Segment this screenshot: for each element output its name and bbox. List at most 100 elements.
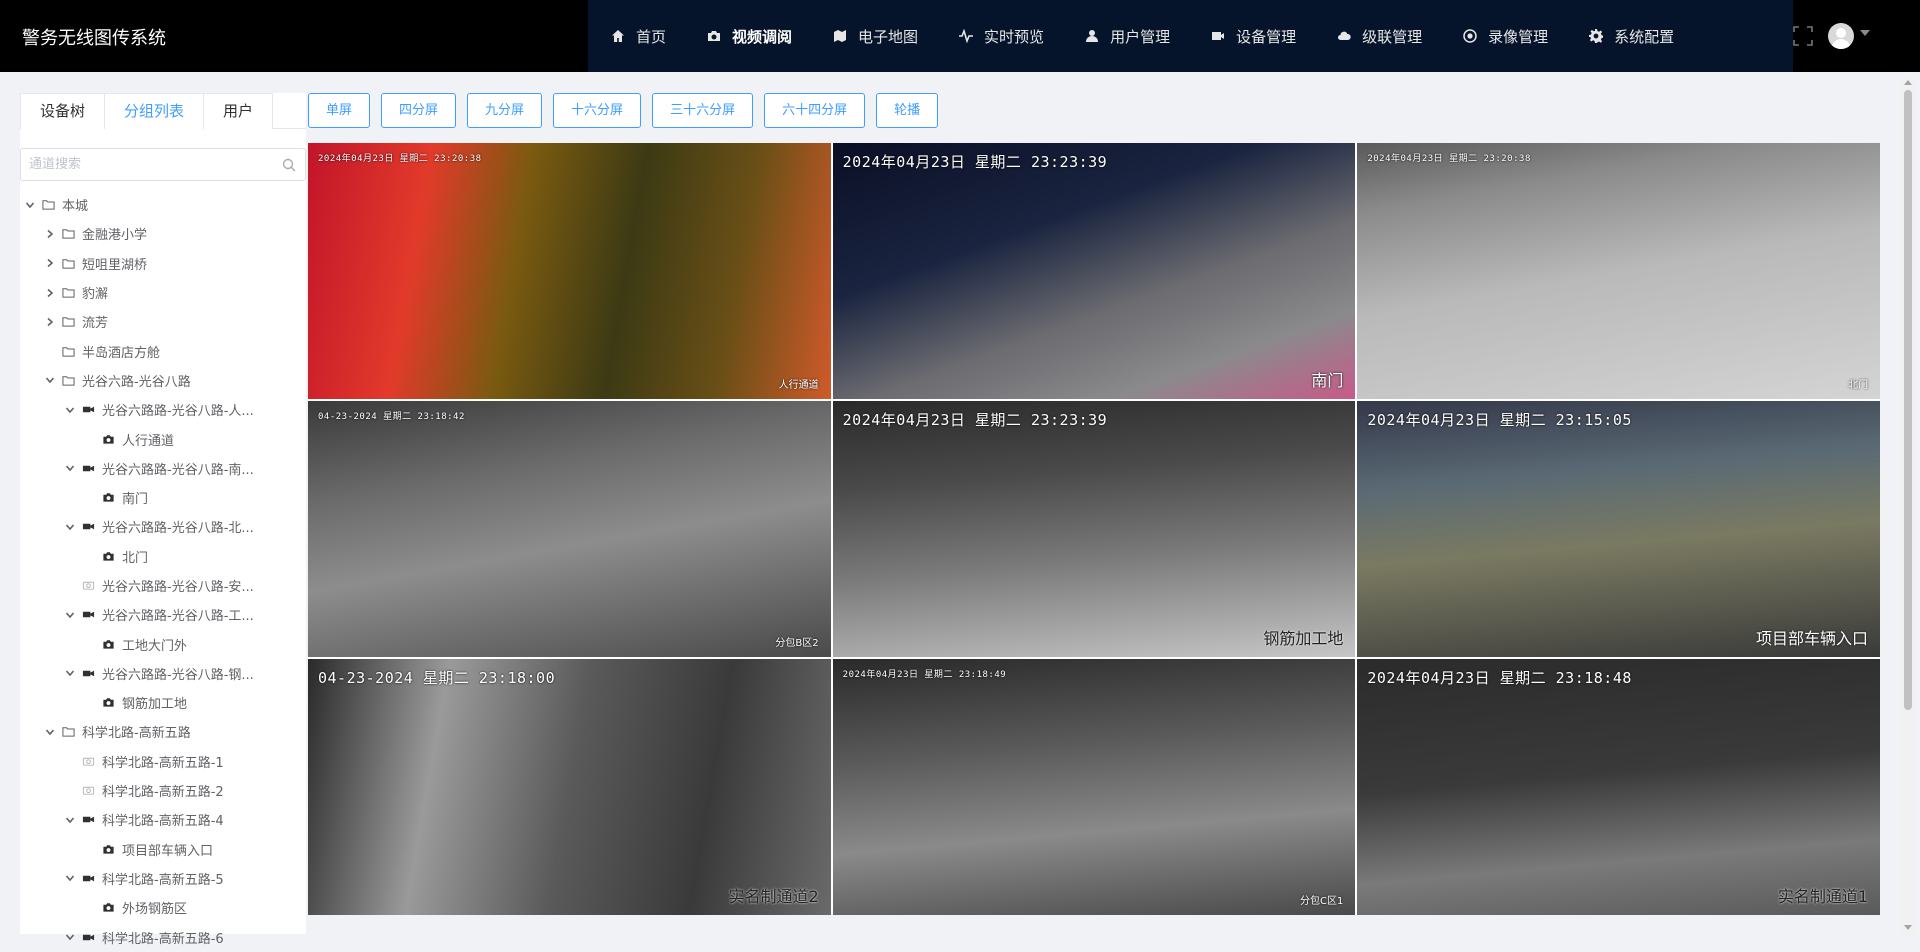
pulse-icon — [958, 28, 974, 44]
nav-item-1[interactable]: 视频调阅 — [684, 0, 810, 72]
chevron-down-icon[interactable] — [64, 872, 76, 884]
scroll-up-icon[interactable] — [1904, 80, 1912, 85]
chevron-down-icon[interactable] — [44, 726, 56, 738]
nav-item-4[interactable]: 用户管理 — [1062, 0, 1188, 72]
chevron-right-icon[interactable] — [44, 287, 56, 299]
home-icon — [610, 28, 626, 44]
nav-item-label: 电子地图 — [858, 27, 919, 46]
tree-node[interactable]: 项目部车辆入口 — [20, 835, 306, 864]
chevron-down-icon[interactable] — [64, 931, 76, 943]
video-cell[interactable]: 2024年04月23日 星期二 23:23:39 钢筋加工地 — [832, 401, 1356, 657]
split-button-6[interactable]: 轮播 — [876, 93, 939, 128]
camera-icon — [706, 28, 722, 44]
channel-search-input[interactable] — [21, 149, 305, 180]
tree-node[interactable]: 科学北路-高新五路-5 — [20, 864, 306, 893]
chevron-down-icon[interactable] — [64, 814, 76, 826]
split-button-5[interactable]: 六十四分屏 — [764, 93, 866, 128]
video-timestamp: 2024年04月23日 星期二 23:15:05 — [1367, 411, 1632, 429]
tree-node[interactable]: 光谷六路路-光谷八路-南... — [20, 454, 306, 483]
video-cell[interactable]: 04-23-2024 星期二 23:18:42 分包B区2 — [308, 401, 831, 657]
tree-node[interactable]: 本城 — [20, 190, 306, 219]
chevron-down-icon[interactable] — [64, 609, 76, 621]
tab-0[interactable]: 设备树 — [20, 93, 106, 129]
chevron-right-icon[interactable] — [44, 257, 56, 269]
tree-node[interactable]: 流芳 — [20, 307, 306, 336]
tree-node[interactable]: 光谷六路路-光谷八路-钢... — [20, 659, 306, 688]
video-cell[interactable]: 2024年04月23日 星期二 23:23:39 南门 — [832, 143, 1356, 399]
chevron-down-icon[interactable] — [64, 667, 76, 679]
video-cell[interactable]: 2024年04月23日 星期二 23:20:38 北门 — [1357, 143, 1880, 399]
tree-node[interactable]: 短咀里湖桥 — [20, 249, 306, 278]
split-button-1[interactable]: 四分屏 — [381, 93, 457, 128]
tab-1[interactable]: 分组列表 — [105, 93, 205, 130]
chevron-right-icon[interactable] — [44, 228, 56, 240]
avatar[interactable] — [1828, 23, 1854, 49]
split-button-2[interactable]: 九分屏 — [467, 93, 543, 128]
video-channel-label: 钢筋加工地 — [1263, 629, 1344, 648]
chevron-down-icon[interactable] — [24, 199, 36, 211]
folder-icon — [62, 373, 76, 387]
scroll-thumb[interactable] — [1904, 90, 1912, 710]
tree-node[interactable]: 科学北路-高新五路-2 — [20, 776, 306, 805]
nav-item-5[interactable]: 设备管理 — [1188, 0, 1314, 72]
tree-node[interactable]: 外场钢筋区 — [20, 893, 306, 922]
tree-node[interactable]: 豹澥 — [20, 278, 306, 307]
tree-node[interactable]: 光谷六路路-光谷八路-工... — [20, 600, 306, 629]
tree-node[interactable]: 人行通道 — [20, 424, 306, 453]
tree-node[interactable]: 科学北路-高新五路-1 — [20, 747, 306, 776]
video-frame — [308, 659, 831, 915]
nav-item-8[interactable]: 系统配置 — [1566, 0, 1692, 72]
video-cell[interactable]: 2024年04月23日 星期二 23:18:49 分包C区1 — [832, 659, 1356, 915]
tree-node-label: 光谷六路-光谷八路 — [82, 374, 191, 390]
video-frame — [1357, 401, 1880, 657]
folder-icon — [62, 344, 76, 358]
tree-node[interactable]: 科学北路-高新五路 — [20, 717, 306, 746]
tree-node-label: 项目部车辆入口 — [122, 843, 214, 859]
tree-node[interactable]: 钢筋加工地 — [20, 688, 306, 717]
chevron-down-icon[interactable] — [64, 404, 76, 416]
nav-item-0[interactable]: 首页 — [588, 0, 684, 72]
scroll-down-icon[interactable] — [1904, 925, 1912, 930]
video-icon — [1210, 28, 1226, 44]
tree-node[interactable]: 半岛酒店方舱 — [20, 336, 306, 365]
page-scrollbar[interactable] — [1900, 76, 1916, 934]
tree-node[interactable]: 科学北路-高新五路-6 — [20, 922, 306, 951]
nav-item-3[interactable]: 实时预览 — [936, 0, 1062, 72]
fullscreen-icon[interactable] — [1793, 26, 1813, 46]
tree-node[interactable]: 工地大门外 — [20, 629, 306, 658]
tree-node[interactable]: 光谷六路-光谷八路 — [20, 366, 306, 395]
nav-item-2[interactable]: 电子地图 — [810, 0, 936, 72]
search-icon[interactable] — [282, 158, 296, 172]
tree-node[interactable]: 光谷六路路-光谷八路-北... — [20, 512, 306, 541]
tree-node[interactable]: 光谷六路路-光谷八路-安... — [20, 571, 306, 600]
video-timestamp: 04-23-2024 星期二 23:18:42 — [318, 412, 465, 422]
tree-node[interactable]: 南门 — [20, 483, 306, 512]
chevron-down-icon[interactable] — [64, 462, 76, 474]
video-cell[interactable]: 2024年04月23日 星期二 23:18:48 实名制通道1 — [1357, 659, 1880, 915]
nav-item-label: 用户管理 — [1110, 27, 1171, 46]
video-timestamp: 2024年04月23日 星期二 23:18:48 — [1367, 669, 1632, 687]
tree-node[interactable]: 科学北路-高新五路-4 — [20, 805, 306, 834]
tree-node-label: 本城 — [62, 199, 89, 215]
chevron-right-icon[interactable] — [44, 316, 56, 328]
video-cell[interactable]: 04-23-2024 星期二 23:18:00 实名制通道2 — [308, 659, 831, 915]
chevron-down-icon[interactable] — [64, 521, 76, 533]
video-cell[interactable]: 2024年04月23日 星期二 23:15:05 项目部车辆入口 — [1357, 401, 1880, 657]
video-camera-icon — [82, 403, 96, 417]
split-button-0[interactable]: 单屏 — [308, 93, 371, 128]
camera-icon — [102, 491, 116, 505]
tree-node-label: 科学北路-高新五路 — [82, 726, 191, 742]
tree-node[interactable]: 北门 — [20, 542, 306, 571]
nav-item-7[interactable]: 录像管理 — [1440, 0, 1566, 72]
split-button-3[interactable]: 十六分屏 — [553, 93, 642, 128]
chevron-down-icon[interactable] — [44, 374, 56, 386]
video-cell[interactable]: 2024年04月23日 星期二 23:20:38 人行通道 — [308, 143, 831, 399]
split-button-4[interactable]: 三十六分屏 — [652, 93, 754, 128]
camera-icon — [102, 901, 116, 915]
nav-item-6[interactable]: 级联管理 — [1314, 0, 1440, 72]
camera-icon — [102, 842, 116, 856]
tab-2[interactable]: 用户 — [204, 93, 274, 129]
avatar-dropdown-icon[interactable] — [1860, 30, 1870, 36]
tree-node[interactable]: 金融港小学 — [20, 219, 306, 248]
tree-node[interactable]: 光谷六路路-光谷八路-人... — [20, 395, 306, 424]
